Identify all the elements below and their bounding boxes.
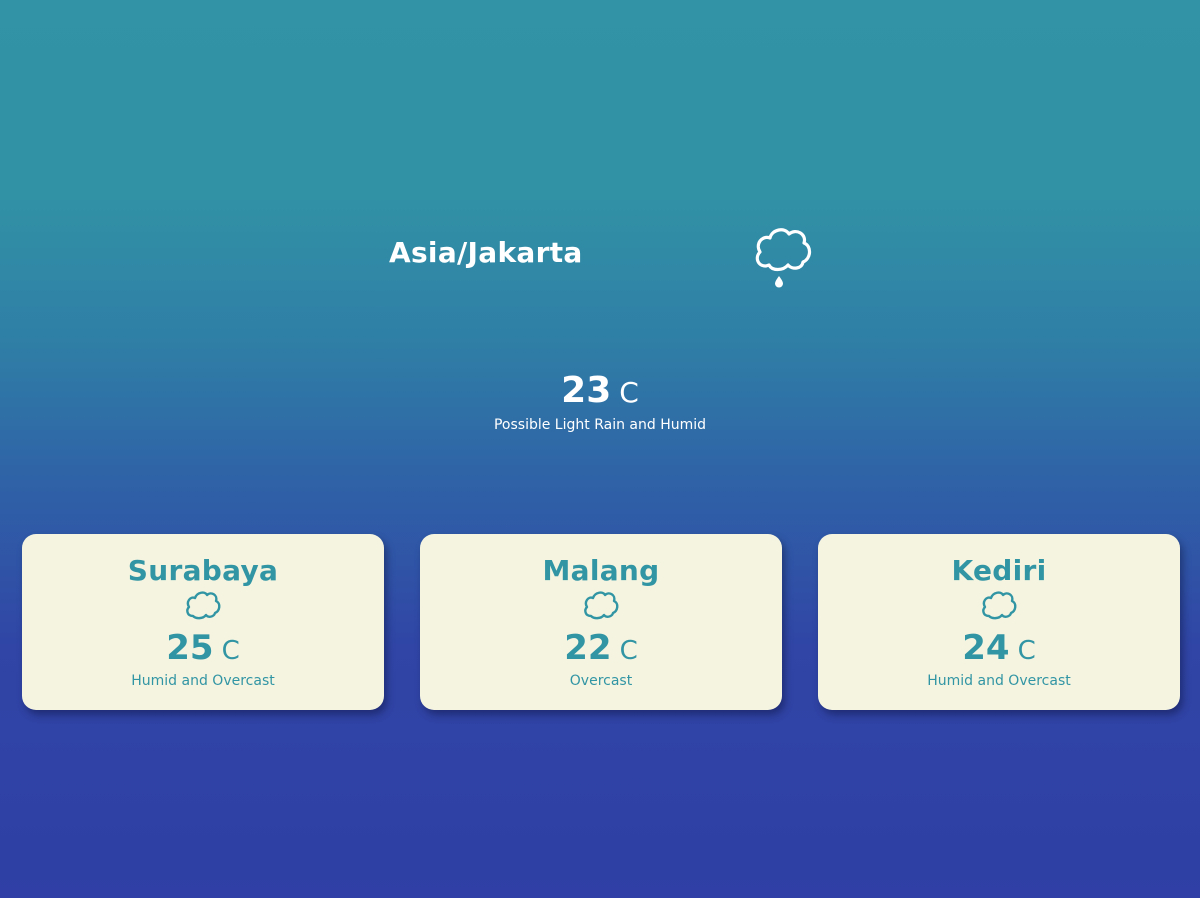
city-temperature-unit: C bbox=[619, 636, 638, 666]
cloud-icon bbox=[185, 589, 221, 621]
city-temperature: 25 C bbox=[22, 628, 384, 668]
current-location: Asia/Jakarta bbox=[389, 236, 583, 269]
city-description: Humid and Overcast bbox=[131, 673, 275, 689]
city-temperature-unit: C bbox=[221, 636, 240, 666]
city-name: Malang bbox=[542, 554, 660, 587]
cloud-rain-icon bbox=[752, 224, 814, 290]
city-temperature: 22 C bbox=[420, 628, 782, 668]
city-name: Surabaya bbox=[127, 554, 279, 587]
current-temperature-value: 23 bbox=[561, 370, 612, 411]
city-temperature-unit: C bbox=[1017, 636, 1036, 666]
city-temperature-value: 24 bbox=[962, 628, 1010, 668]
current-temperature-unit: C bbox=[619, 376, 639, 409]
current-temperature: 23 C bbox=[0, 370, 1200, 411]
city-temperature: 24 C bbox=[818, 628, 1180, 668]
city-name: Kediri bbox=[951, 554, 1047, 587]
cloud-icon bbox=[583, 589, 619, 621]
city-description: Humid and Overcast bbox=[927, 673, 1071, 689]
city-card-malang: Malang 22 C Overcast bbox=[420, 534, 782, 710]
city-card-kediri: Kediri 24 C Humid and Overcast bbox=[818, 534, 1180, 710]
city-card-surabaya: Surabaya 25 C Humid and Overcast bbox=[22, 534, 384, 710]
city-temperature-value: 22 bbox=[564, 628, 612, 668]
city-description: Overcast bbox=[569, 673, 633, 689]
cloud-icon bbox=[981, 589, 1017, 621]
current-description: Possible Light Rain and Humid bbox=[493, 417, 707, 433]
city-temperature-value: 25 bbox=[166, 628, 214, 668]
